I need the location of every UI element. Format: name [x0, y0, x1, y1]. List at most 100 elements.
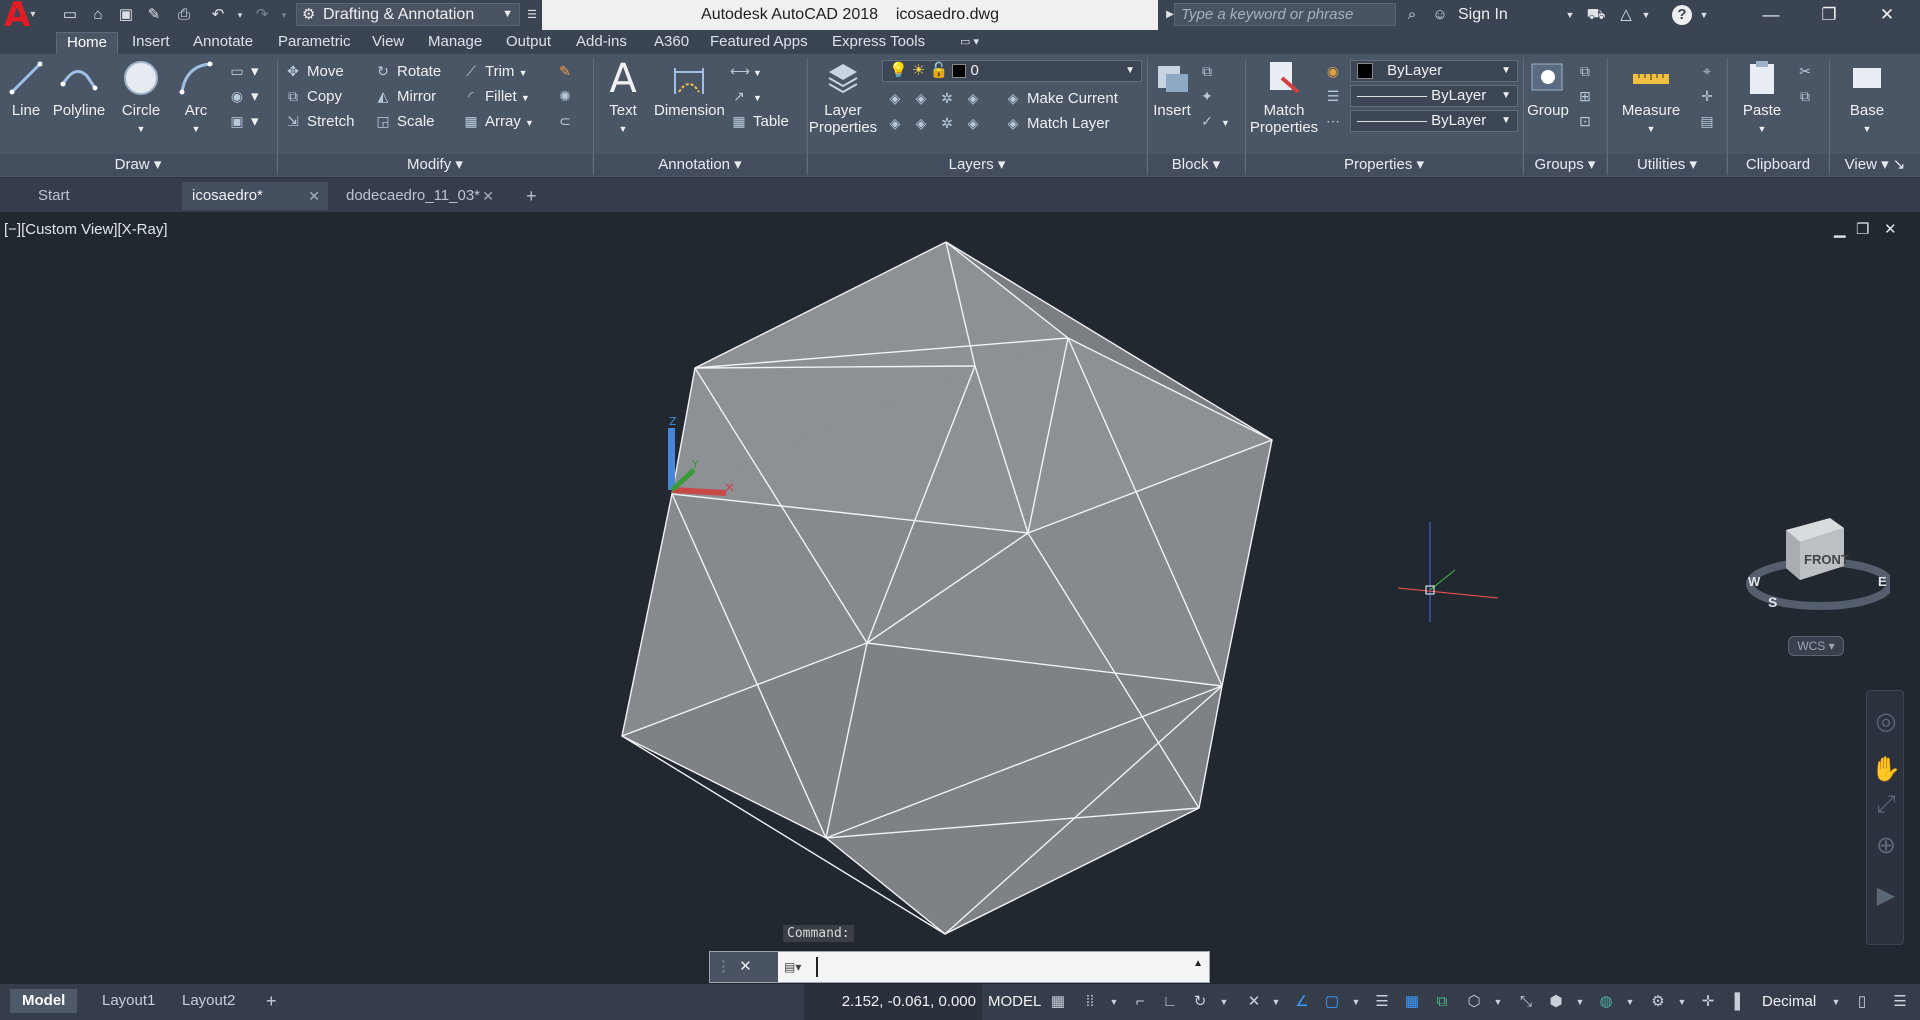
tab-home[interactable]: Home — [56, 32, 119, 54]
tab-express-tools[interactable]: Express Tools — [822, 32, 935, 54]
undo-icon[interactable]: ↶ — [208, 5, 228, 25]
block-panel-label[interactable]: Block ▾ — [1148, 154, 1244, 176]
quick-properties-icon[interactable]: ▯ — [1852, 992, 1872, 1012]
tab-parametric[interactable]: Parametric — [268, 32, 361, 54]
layer-properties-button[interactable]: Layer Properties — [808, 58, 878, 136]
customize-qat-icon[interactable]: ☰ — [522, 5, 542, 25]
rotate-button[interactable]: ↻ Rotate — [374, 60, 441, 82]
command-prompt-icon[interactable]: ▤▾ — [784, 958, 816, 976]
new-tab-button[interactable]: + — [518, 182, 554, 210]
showmotion-icon[interactable]: ▶ — [1867, 881, 1905, 910]
group-button[interactable]: Group — [1526, 58, 1570, 119]
draw-panel-label[interactable]: Draw ▾ — [0, 154, 276, 176]
layer-on-button[interactable]: ◈ — [886, 112, 909, 134]
autodesk-exchange-icon[interactable]: △ — [1616, 5, 1636, 25]
properties-panel-label[interactable]: Properties ▾ — [1246, 154, 1522, 176]
application-menu-button[interactable]: A▾ — [0, 0, 48, 32]
pan-icon[interactable]: ✋ — [1867, 755, 1905, 784]
compass-west-label[interactable]: W — [1748, 574, 1760, 589]
view-panel-label[interactable]: View ▾ ↘ — [1830, 154, 1920, 176]
make-current-button[interactable]: ◈ Make Current — [1004, 87, 1118, 109]
save-icon[interactable]: ▣ — [116, 5, 136, 25]
ortho-icon[interactable]: ∟ — [1160, 992, 1180, 1012]
line-button[interactable]: Line — [6, 58, 46, 119]
steering-wheel-icon[interactable]: ◎ — [1867, 707, 1905, 736]
tab-insert[interactable]: Insert — [122, 32, 180, 54]
orbit-icon[interactable]: ⊕ — [1867, 831, 1905, 860]
polar-tracking-icon[interactable]: ↻ — [1190, 992, 1210, 1012]
search-input[interactable]: Type a keyword or phrase — [1174, 3, 1396, 26]
workspace-selector[interactable]: ⚙ Drafting & Annotation ▼ — [296, 3, 520, 26]
annotation-panel-label[interactable]: Annotation ▾ — [594, 154, 806, 176]
layer-unisolate-button[interactable]: ◈ — [912, 112, 935, 134]
drag-handle-icon[interactable]: ⋮ — [716, 958, 731, 975]
color-dropdown[interactable]: ByLayer ▼ — [1350, 60, 1518, 82]
erase-button[interactable]: ✎ — [556, 60, 579, 82]
tab-add-ins[interactable]: Add-ins — [566, 32, 637, 54]
isometric-dropdown-icon[interactable]: ▼ — [1266, 992, 1286, 1012]
layers-panel-label[interactable]: Layers ▾ — [808, 154, 1146, 176]
layer-freeze-button[interactable]: ✲ — [938, 87, 961, 109]
filter-dropdown-icon[interactable]: ▼ — [1570, 992, 1590, 1012]
trim-button[interactable]: ⟋ Trim ▼ — [462, 60, 527, 82]
file-tab-icosaedro[interactable]: icosaedro* ✕ — [182, 182, 328, 210]
edit-block-button[interactable]: ✦ — [1198, 85, 1221, 107]
arc-button[interactable]: Arc ▼ — [176, 58, 216, 136]
stretch-button[interactable]: ⇲ Stretch — [284, 110, 354, 132]
id-point-button[interactable]: ✛ — [1698, 85, 1721, 107]
match-properties-button[interactable]: Match Properties — [1248, 58, 1320, 136]
redo-dropdown-icon[interactable]: ▾ — [274, 5, 294, 25]
calculator-button[interactable]: ▤ — [1698, 110, 1721, 132]
leader-button[interactable]: ↗ ▼ — [730, 85, 762, 107]
sign-in-dropdown-icon[interactable]: ▼ — [1560, 5, 1580, 25]
selection-cycling-icon[interactable]: ⧉ — [1432, 992, 1452, 1012]
layout-tab-layout2[interactable]: Layout2 — [170, 989, 247, 1013]
new-file-icon[interactable]: ▭ — [60, 5, 80, 25]
quick-select-button[interactable]: ⌖ — [1698, 60, 1721, 82]
text-button[interactable]: A Text ▼ — [602, 58, 644, 136]
tab-manage[interactable]: Manage — [418, 32, 492, 54]
compass-south-label[interactable]: S — [1768, 594, 1777, 610]
measure-button[interactable]: Measure ▼ — [1614, 58, 1688, 136]
command-line[interactable]: ⋮ ✕ 🔧 ▤▾ ▲ — [709, 951, 1210, 1005]
dynamic-ucs-icon[interactable]: ⤡ — [1516, 992, 1536, 1012]
tab-featured-apps[interactable]: Featured Apps — [700, 32, 818, 54]
viewcube-front-label[interactable]: FRONT — [1804, 552, 1849, 567]
layer-unlock-button[interactable]: ◈ — [964, 112, 987, 134]
object-snap-tracking-icon[interactable]: ∠ — [1292, 992, 1312, 1012]
layer-isolate-button[interactable]: ◈ — [912, 87, 935, 109]
base-view-button[interactable]: Base ▼ — [1842, 58, 1892, 136]
zoom-extents-icon[interactable]: ⤢ — [1867, 791, 1905, 819]
viewcube[interactable]: FRONT W S E — [1740, 502, 1894, 612]
polar-dropdown-icon[interactable]: ▼ — [1214, 992, 1234, 1012]
annotation-monitor-icon[interactable]: ✛ — [1698, 992, 1718, 1012]
layout-tab-layout1[interactable]: Layout1 — [90, 989, 167, 1013]
snap-icon[interactable]: ⁞⁞ — [1080, 992, 1100, 1012]
offset-button[interactable]: ⊂ — [556, 110, 579, 132]
workspace-dropdown-icon[interactable]: ▼ — [1672, 992, 1692, 1012]
help-dropdown-icon[interactable]: ▼ — [1694, 5, 1714, 25]
wcs-menu[interactable]: WCS ▾ — [1788, 636, 1844, 656]
icosahedron-model[interactable]: Z ✕ Y — [0, 212, 1920, 984]
binoculars-icon[interactable]: ⌕ — [1402, 5, 1422, 25]
explode-button[interactable]: ✺ — [556, 85, 579, 107]
drawing-viewport[interactable]: [−][Custom View][X-Ray] ▁ ❐ ✕ Z ✕ Y FRON… — [0, 212, 1920, 984]
coordinates-display[interactable]: 2.152, -0.061, 0.000 — [804, 984, 982, 1020]
edit-attributes-button[interactable]: ✓ ▼ — [1198, 110, 1230, 132]
selection-filter-icon[interactable]: ⬢ — [1546, 992, 1566, 1012]
tab-output[interactable]: Output — [496, 32, 561, 54]
workspace-switch-icon[interactable]: ⚙ — [1648, 992, 1668, 1012]
utilities-panel-label[interactable]: Utilities ▾ — [1608, 154, 1726, 176]
linetype-dropdown[interactable]: ByLayer ▼ — [1350, 85, 1518, 107]
ungroup-button[interactable]: ⧉ — [1576, 60, 1599, 82]
modify-panel-label[interactable]: Modify ▾ — [278, 154, 592, 176]
mirror-button[interactable]: ◭ Mirror — [374, 85, 437, 107]
array-button[interactable]: ▦ Array ▼ — [462, 110, 534, 132]
command-history-dropdown-icon[interactable]: ▲ — [1193, 958, 1203, 969]
transparency-icon[interactable]: ▦ — [1402, 992, 1422, 1012]
gizmo-icon[interactable]: ◍ — [1596, 992, 1616, 1012]
user-icon[interactable]: ☺ — [1430, 5, 1450, 25]
units-dropdown-icon[interactable]: ▼ — [1826, 992, 1846, 1012]
boundary-button[interactable]: ▣ ▾ — [228, 110, 258, 132]
tab-a360[interactable]: A360 — [644, 32, 699, 54]
